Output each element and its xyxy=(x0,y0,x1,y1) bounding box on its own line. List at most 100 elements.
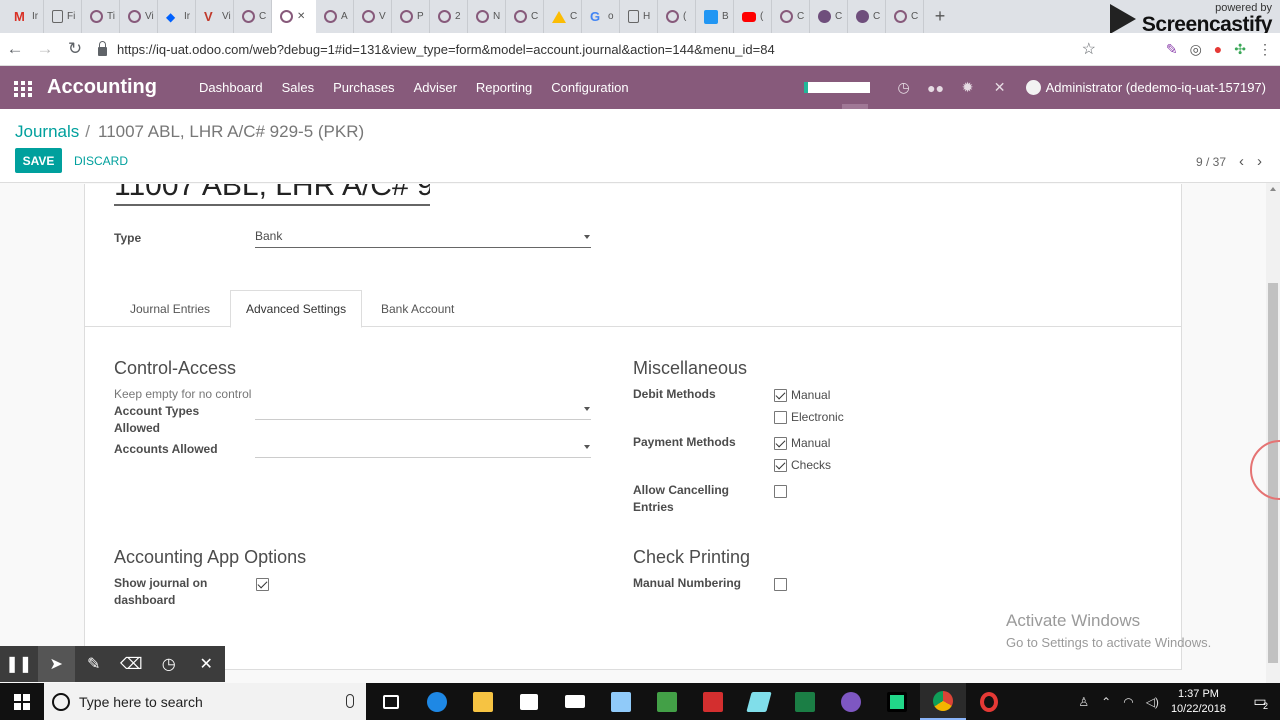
activity-clock-icon[interactable]: ◷ xyxy=(888,79,920,96)
pen-extension-icon[interactable]: ✎ xyxy=(1166,41,1178,58)
close-icon[interactable]: ✕ xyxy=(188,646,226,682)
project-icon[interactable] xyxy=(644,683,690,720)
swirl-extension-icon[interactable]: ◎ xyxy=(1190,41,1202,58)
tab-advanced-settings[interactable]: Advanced Settings xyxy=(230,290,363,328)
browser-tab[interactable]: C xyxy=(772,0,810,33)
paint-icon[interactable] xyxy=(736,683,782,720)
excel-icon[interactable] xyxy=(782,683,828,720)
browser-tab[interactable]: A xyxy=(316,0,354,33)
app-title[interactable]: Accounting xyxy=(47,76,157,99)
browser-tab[interactable]: M Ir xyxy=(6,0,44,33)
scroll-up-arrow-icon[interactable] xyxy=(1270,187,1276,191)
reload-button[interactable]: ↻ xyxy=(60,39,90,59)
bookmark-star-icon[interactable]: ☆ xyxy=(1082,39,1096,59)
browser-tab[interactable]: Vi xyxy=(120,0,158,33)
puzzle-extension-icon[interactable]: ✣ xyxy=(1234,41,1246,58)
browser-tab[interactable]: ( xyxy=(658,0,696,33)
menu-icon[interactable]: ⋮ xyxy=(1258,41,1272,58)
menu-adviser[interactable]: Adviser xyxy=(414,80,457,95)
payment-manual-checkbox[interactable] xyxy=(774,437,787,450)
allow-cancelling-checkbox[interactable] xyxy=(774,485,787,498)
browser-tab[interactable]: N xyxy=(468,0,506,33)
debit-electronic-checkbox[interactable] xyxy=(774,411,787,424)
apps-grid-icon[interactable] xyxy=(14,80,32,97)
microphone-icon[interactable] xyxy=(346,694,354,708)
photos-icon[interactable] xyxy=(598,683,644,720)
browser-tab[interactable]: Fi xyxy=(44,0,82,33)
browser-tab[interactable]: ( xyxy=(734,0,772,33)
browser-tab[interactable]: B xyxy=(696,0,734,33)
taskbar-clock[interactable]: 1:37 PM 10/22/2018 xyxy=(1171,687,1226,717)
browser-tab[interactable]: ◆ Ir xyxy=(158,0,196,33)
back-button[interactable]: ← xyxy=(0,39,30,59)
type-select[interactable]: Bank xyxy=(255,229,591,248)
timer-icon[interactable]: ◷ xyxy=(150,646,188,682)
browser-tab[interactable]: C xyxy=(506,0,544,33)
browser-tab[interactable]: V xyxy=(354,0,392,33)
menu-purchases[interactable]: Purchases xyxy=(333,80,394,95)
tab-bank-account[interactable]: Bank Account xyxy=(366,290,469,327)
menu-dashboard[interactable]: Dashboard xyxy=(199,80,263,95)
cursor-icon[interactable]: ➤ xyxy=(37,646,75,682)
menu-configuration[interactable]: Configuration xyxy=(551,80,628,95)
start-button[interactable] xyxy=(0,683,44,720)
browser-tab[interactable]: V Vi xyxy=(196,0,234,33)
url-field[interactable]: https://iq-uat.odoo.com/web?debug=1#id=1… xyxy=(98,40,775,57)
journal-name-field[interactable]: 11007 ABL, LHR A/C# 929-5 (PKR) xyxy=(114,184,430,206)
browser-tab[interactable]: 2 xyxy=(430,0,468,33)
browser-tab[interactable]: C xyxy=(234,0,272,33)
debug-bug-icon[interactable]: ✹ xyxy=(952,79,984,96)
browser-tab[interactable]: Go xyxy=(582,0,620,33)
show-journal-checkbox[interactable] xyxy=(256,578,269,591)
eraser-icon[interactable]: ⌫ xyxy=(113,646,151,682)
store-icon[interactable] xyxy=(506,683,552,720)
menu-sales[interactable]: Sales xyxy=(282,80,315,95)
chevron-right-icon[interactable]: › xyxy=(1257,153,1262,170)
file-explorer-icon[interactable] xyxy=(460,683,506,720)
tools-icon[interactable]: ✕ xyxy=(984,79,1016,96)
pen-icon[interactable]: ✎ xyxy=(75,646,113,682)
people-icon[interactable]: ♙ xyxy=(1078,695,1089,709)
save-button[interactable]: SAVE xyxy=(15,148,62,173)
chevron-left-icon[interactable]: ‹ xyxy=(1239,153,1244,170)
manual-numbering-checkbox[interactable] xyxy=(774,578,787,591)
user-menu[interactable]: Administrator (dedemo-iq-uat-157197) xyxy=(1025,80,1266,95)
browser-tab[interactable]: C xyxy=(886,0,924,33)
menu-reporting[interactable]: Reporting xyxy=(476,80,532,95)
pager: 9 / 37 ‹ › xyxy=(1196,153,1262,170)
notifications-icon[interactable]: ▭ 2 xyxy=(1240,683,1280,720)
discard-button[interactable]: DISCARD xyxy=(74,154,128,168)
browser-tab[interactable]: C xyxy=(544,0,582,33)
browser-tab[interactable]: H xyxy=(620,0,658,33)
chevron-up-icon[interactable]: ⌃ xyxy=(1101,695,1111,709)
payment-checks-checkbox[interactable] xyxy=(774,459,787,472)
new-tab-button[interactable]: + xyxy=(928,6,952,27)
accounts-allowed-select[interactable] xyxy=(255,439,591,458)
network-icon[interactable]: ◠ xyxy=(1123,695,1133,709)
chat-bubbles-icon[interactable]: ●● xyxy=(920,80,952,96)
acrobat-icon[interactable] xyxy=(690,683,736,720)
mail-icon[interactable] xyxy=(552,683,598,720)
browser-tab[interactable]: P xyxy=(392,0,430,33)
taskbar-search[interactable]: Type here to search xyxy=(44,683,366,720)
task-view-icon[interactable] xyxy=(368,683,414,720)
edge-icon[interactable] xyxy=(414,683,460,720)
chrome-icon[interactable] xyxy=(920,683,966,720)
breadcrumb-journals[interactable]: Journals xyxy=(15,122,79,142)
page-scrollbar[interactable] xyxy=(1266,183,1280,683)
browser-tab[interactable]: ✕ xyxy=(272,0,316,33)
tab-journal-entries[interactable]: Journal Entries xyxy=(115,290,225,327)
odoo-icon xyxy=(362,10,375,23)
volume-icon[interactable]: ◁) xyxy=(1146,695,1159,709)
forward-button[interactable]: → xyxy=(30,39,60,59)
pycharm-icon[interactable] xyxy=(874,683,920,720)
debit-manual-checkbox[interactable] xyxy=(774,389,787,402)
pause-icon[interactable]: ❚❚ xyxy=(0,646,38,682)
record-extension-icon[interactable]: ● xyxy=(1214,41,1222,58)
browser-tab[interactable]: C xyxy=(810,0,848,33)
browser-tab[interactable]: C xyxy=(848,0,886,33)
account-types-select[interactable] xyxy=(255,401,591,420)
odoo-app-icon[interactable] xyxy=(828,683,874,720)
opera-icon[interactable] xyxy=(966,683,1012,720)
browser-tab[interactable]: Ti xyxy=(82,0,120,33)
